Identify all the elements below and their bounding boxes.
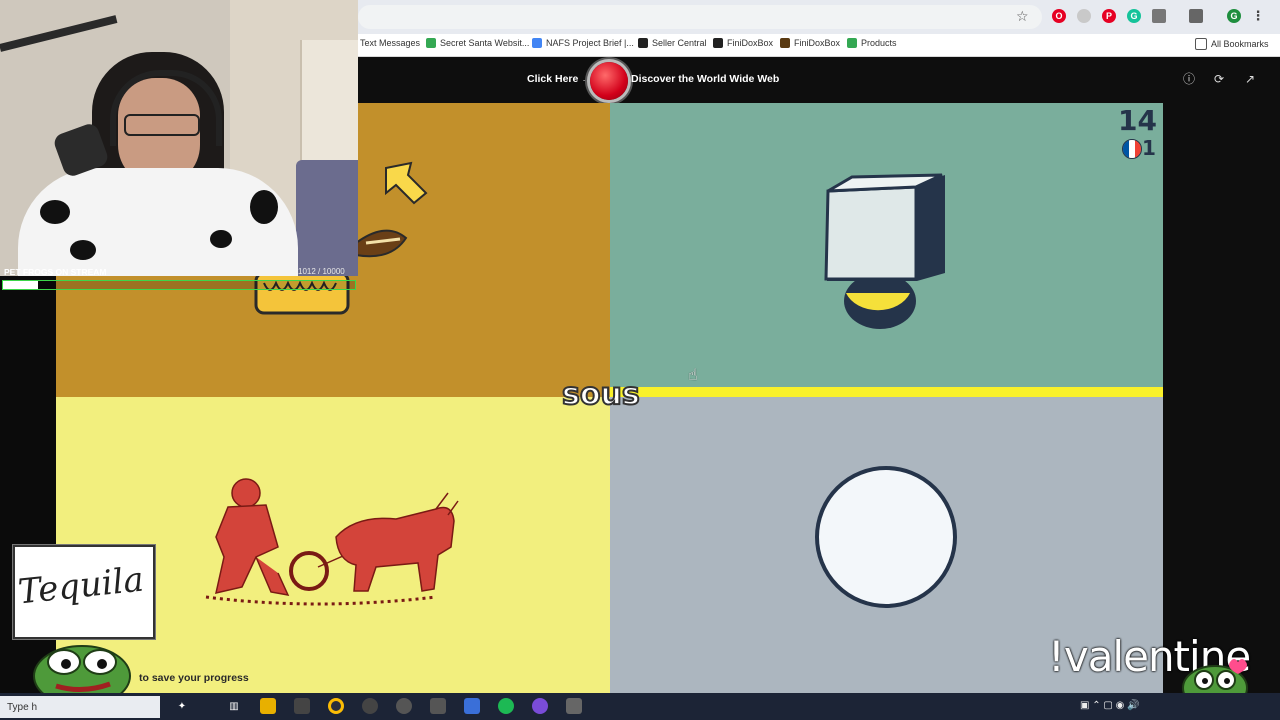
- sheets-icon: [847, 38, 857, 48]
- info-icon[interactable]: ⓘ: [1182, 72, 1196, 86]
- bookmark-label: NAFS Project Brief |...: [546, 38, 634, 48]
- file-explorer-icon[interactable]: [260, 698, 276, 714]
- hand-cursor-icon: ☝: [688, 367, 698, 384]
- cta-left-text[interactable]: Click Here →: [527, 73, 592, 85]
- store-icon: [780, 38, 790, 48]
- sparkle-icon[interactable]: ✦: [174, 698, 190, 714]
- red-button-icon[interactable]: [590, 62, 628, 100]
- panel-top-right[interactable]: [610, 103, 1163, 389]
- address-bar[interactable]: [358, 5, 1042, 29]
- bookmark-label: Products: [861, 38, 897, 48]
- tray-icons[interactable]: ▣ ⌃ ▢ ◉ 🔊: [1080, 700, 1140, 711]
- save-progress-text: to save your progress: [139, 672, 249, 684]
- taskbar-search-placeholder: Type h: [7, 702, 38, 713]
- amazon-icon: [638, 38, 648, 48]
- bookmark-item[interactable]: NAFS Project Brief |...: [532, 38, 634, 48]
- opera-extension-icon[interactable]: O: [1052, 9, 1066, 23]
- french-flag-icon: [1122, 139, 1142, 159]
- bookmark-item[interactable]: Secret Santa Websit...: [426, 38, 529, 48]
- external-link-icon[interactable]: ↗: [1243, 72, 1257, 86]
- folder-icon: [1195, 38, 1207, 50]
- bookmark-label: FiniDoxBox: [794, 38, 841, 48]
- app-icon[interactable]: [430, 698, 446, 714]
- bookmark-item[interactable]: Text Messages: [360, 38, 420, 48]
- bookmark-label: Seller Central: [652, 38, 707, 48]
- discord-icon[interactable]: [532, 698, 548, 714]
- pinterest-extension-icon[interactable]: P: [1102, 9, 1116, 23]
- stream-goal-title: PET FROGS ON STREAM: [4, 267, 107, 277]
- stream-goal-fill: [3, 281, 39, 289]
- bookmark-item[interactable]: FiniDoxBox: [713, 38, 773, 48]
- page-right-margin: [1163, 103, 1280, 693]
- grammarly-extension-icon[interactable]: G: [1127, 9, 1141, 23]
- all-bookmarks-button[interactable]: All Bookmarks: [1195, 38, 1269, 50]
- amazon-icon: [713, 38, 723, 48]
- obs-icon[interactable]: [362, 698, 378, 714]
- docs-icon: [532, 38, 542, 48]
- bookmark-item[interactable]: Seller Central: [638, 38, 707, 48]
- box-over-ball-illustration: [824, 173, 945, 329]
- stream-goal-counter: 1012 / 10000: [298, 267, 345, 276]
- spotify-icon[interactable]: [498, 698, 514, 714]
- score-counter: 14: [1118, 104, 1157, 137]
- selection-highlight-bar: [610, 387, 1163, 397]
- cast-icon[interactable]: [1189, 9, 1203, 23]
- bookmark-star-icon[interactable]: ☆: [1016, 8, 1029, 24]
- bookmark-label: FiniDoxBox: [727, 38, 774, 48]
- gift-icon: [426, 38, 436, 48]
- task-view-icon[interactable]: ▥: [226, 698, 242, 714]
- refresh-icon[interactable]: ⟳: [1212, 72, 1226, 86]
- browser-menu-icon[interactable]: ⋮: [1251, 8, 1265, 23]
- keyboard-app-icon[interactable]: [294, 698, 310, 714]
- extension-icon[interactable]: [1077, 9, 1091, 23]
- app-icon[interactable]: [396, 698, 412, 714]
- all-bookmarks-label: All Bookmarks: [1211, 39, 1269, 49]
- stream-goal-bar: [2, 280, 356, 290]
- puzzle-extensions-icon[interactable]: [1152, 9, 1166, 23]
- chrome-icon[interactable]: [328, 698, 344, 714]
- target-word: sous: [561, 376, 641, 413]
- bookmark-label: Secret Santa Websit...: [440, 38, 530, 48]
- lives-counter: 1: [1142, 136, 1156, 160]
- profile-avatar[interactable]: G: [1227, 9, 1241, 23]
- app-icon[interactable]: [566, 698, 582, 714]
- vscode-icon[interactable]: [464, 698, 480, 714]
- webcam-overlay: [0, 0, 358, 276]
- cta-right-text[interactable]: Discover the World Wide Web: [631, 73, 779, 85]
- bookmark-item[interactable]: FiniDoxBox: [780, 38, 840, 48]
- bookmark-item[interactable]: Products: [847, 38, 897, 48]
- bookmark-label: Text Messages: [360, 38, 421, 48]
